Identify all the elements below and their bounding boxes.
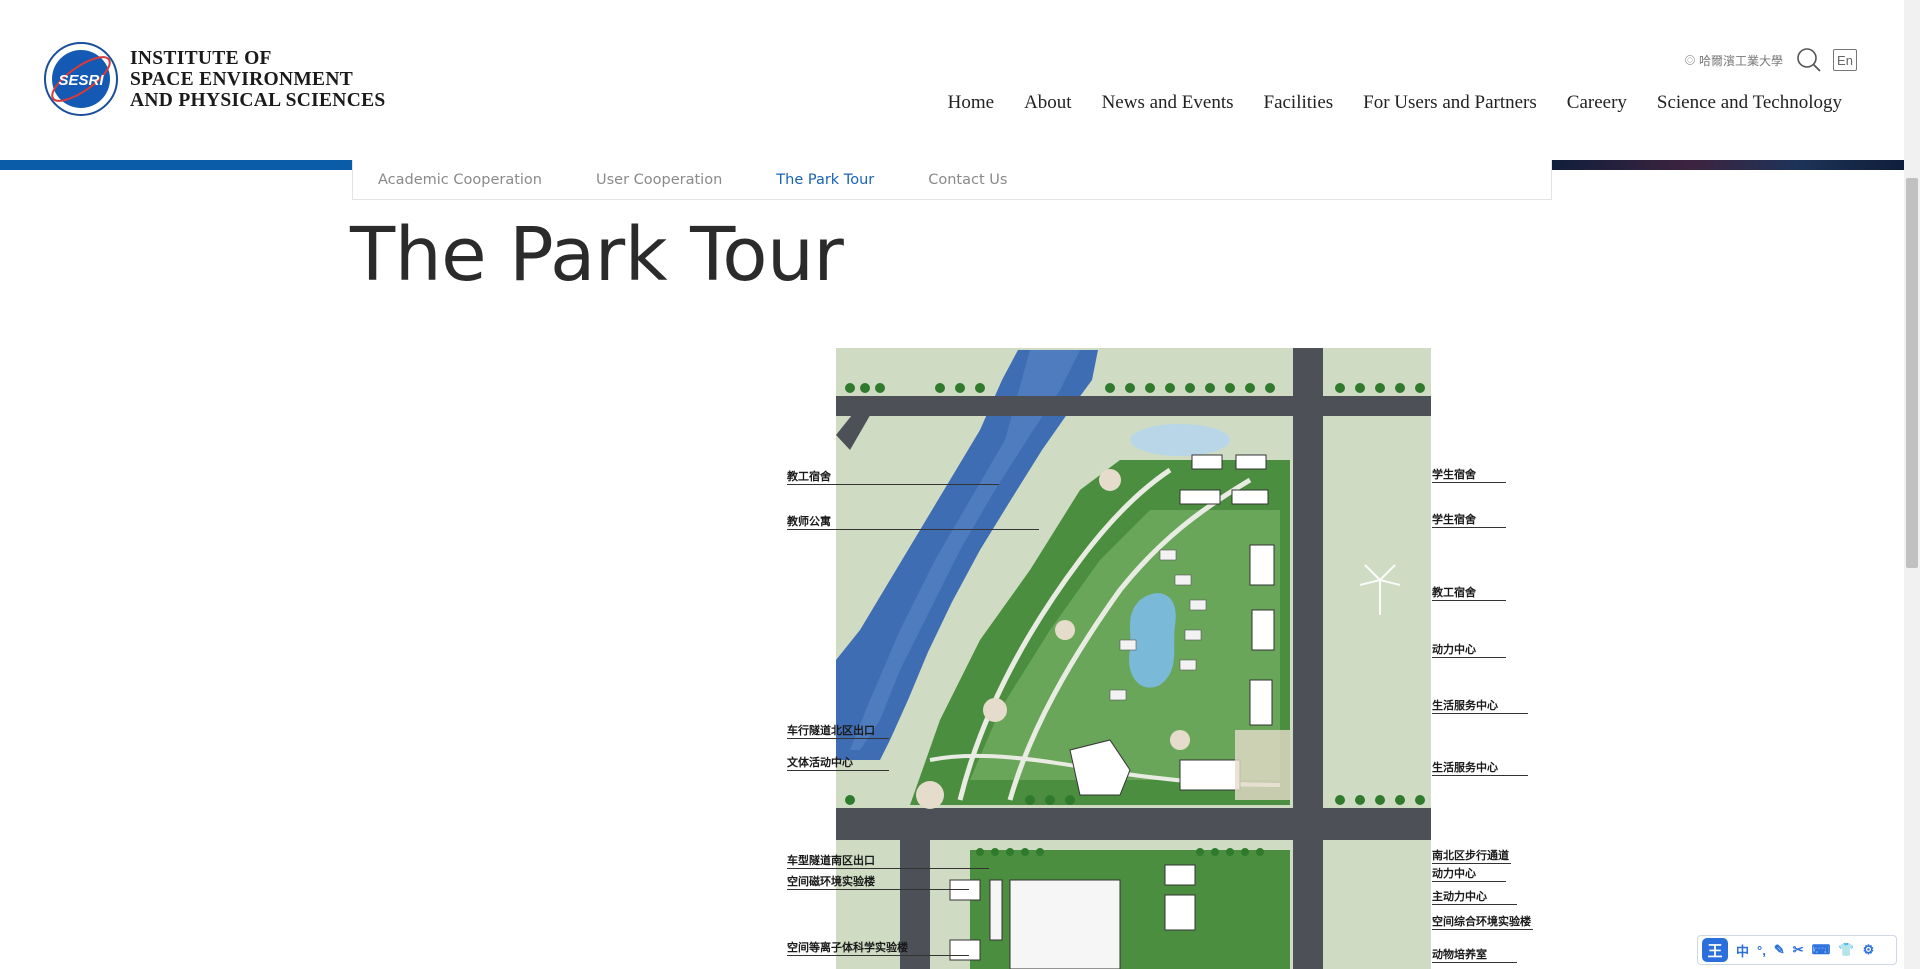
header-tools: 哈爾濱工業大學 En <box>1685 46 1857 74</box>
map-label-right-2: 学生宿舍 <box>1432 513 1506 528</box>
map-label-left-2: 教师公寓 <box>787 515 1039 530</box>
ime-scissors-icon[interactable]: ✂ <box>1793 942 1804 958</box>
ime-chinese-mode[interactable]: 中 <box>1736 941 1749 960</box>
sub-nav: Academic Cooperation User Cooperation Th… <box>352 160 1552 200</box>
map-label-left-1: 教工宿舍 <box>787 470 999 485</box>
ime-settings-icon[interactable]: ⚙ <box>1863 942 1875 958</box>
ime-handwriting-icon[interactable]: ✎ <box>1774 942 1785 958</box>
institute-name-line-2: SPACE ENVIRONMENT <box>130 69 354 90</box>
nav-home[interactable]: Home <box>948 92 994 114</box>
emblem-text: SESRI <box>58 72 104 89</box>
page-scrollbar[interactable] <box>1904 0 1920 969</box>
map-label-left-6: 空间磁环境实验楼 <box>787 875 969 890</box>
nav-users-and-partners[interactable]: For Users and Partners <box>1363 92 1537 114</box>
map-label-right-1: 学生宿舍 <box>1432 468 1506 483</box>
map-label-right-10: 空间综合环境实验楼 <box>1432 915 1533 930</box>
banner-image-strip <box>1548 160 1904 170</box>
ime-toolbar: 王 中 °, ✎ ✂ ⌨ 👕 ⚙ <box>1697 935 1897 965</box>
ime-punctuation-icon[interactable]: °, <box>1757 943 1766 958</box>
map-label-right-6: 生活服务中心 <box>1432 761 1528 776</box>
page-title: The Park Tour <box>350 212 844 298</box>
nav-science-and-technology[interactable]: Science and Technology <box>1657 92 1842 114</box>
map-label-right-8: 动力中心 <box>1432 867 1506 882</box>
site-header: SESRI INSTITUTE OF SPACE ENVIRONMENT AND… <box>0 0 1904 160</box>
ime-skin-icon[interactable]: 👕 <box>1838 942 1854 958</box>
map-label-left-7: 空间等离子体科学实验楼 <box>787 941 969 956</box>
subnav-user-cooperation[interactable]: User Cooperation <box>596 172 722 188</box>
ime-keyboard-icon[interactable]: ⌨ <box>1812 942 1831 958</box>
institute-name[interactable]: INSTITUTE OF SPACE ENVIRONMENT AND PHYSI… <box>130 48 386 111</box>
map-label-right-4: 动力中心 <box>1432 643 1506 658</box>
institute-name-line-3: AND PHYSICAL SCIENCES <box>130 90 386 111</box>
subnav-academic-cooperation[interactable]: Academic Cooperation <box>378 172 542 188</box>
institute-name-line-1: INSTITUTE OF <box>130 48 272 69</box>
sesri-emblem-icon[interactable]: SESRI <box>44 42 118 116</box>
subnav-park-tour[interactable]: The Park Tour <box>776 172 874 188</box>
map-label-left-4: 文体活动中心 <box>787 756 889 771</box>
map-label-left-3: 车行隧道北区出口 <box>787 724 889 739</box>
university-logo-text: 哈爾濱工業大學 <box>1698 53 1783 68</box>
ime-logo-icon[interactable]: 王 <box>1702 938 1728 962</box>
university-logo[interactable]: 哈爾濱工業大學 <box>1685 46 1783 74</box>
map-label-right-3: 教工宿舍 <box>1432 586 1506 601</box>
language-toggle-button[interactable]: En <box>1833 49 1857 71</box>
nav-facilities[interactable]: Facilities <box>1264 92 1334 114</box>
scrollbar-thumb[interactable] <box>1906 178 1918 568</box>
nav-news-and-events[interactable]: News and Events <box>1102 92 1234 114</box>
map-label-right-7: 南北区步行通道 <box>1432 849 1511 864</box>
subnav-contact-us[interactable]: Contact Us <box>928 172 1007 188</box>
nav-careery[interactable]: Careery <box>1567 92 1627 114</box>
map-label-right-9: 主动力中心 <box>1432 890 1517 905</box>
brand-accent-bar <box>0 160 360 170</box>
park-site-plan: 教工宿舍 教师公寓 车行隧道北区出口 文体活动中心 车型隧道南区出口 空间磁环境… <box>780 340 1560 969</box>
map-label-right-5: 生活服务中心 <box>1432 699 1528 714</box>
university-seal-icon <box>1685 55 1695 65</box>
map-label-left-5: 车型隧道南区出口 <box>787 854 989 869</box>
search-icon[interactable] <box>1795 46 1823 74</box>
nav-about[interactable]: About <box>1024 92 1072 114</box>
main-nav: Home About News and Events Facilities Fo… <box>918 92 1842 114</box>
map-label-right-11: 动物培养室 <box>1432 948 1517 963</box>
